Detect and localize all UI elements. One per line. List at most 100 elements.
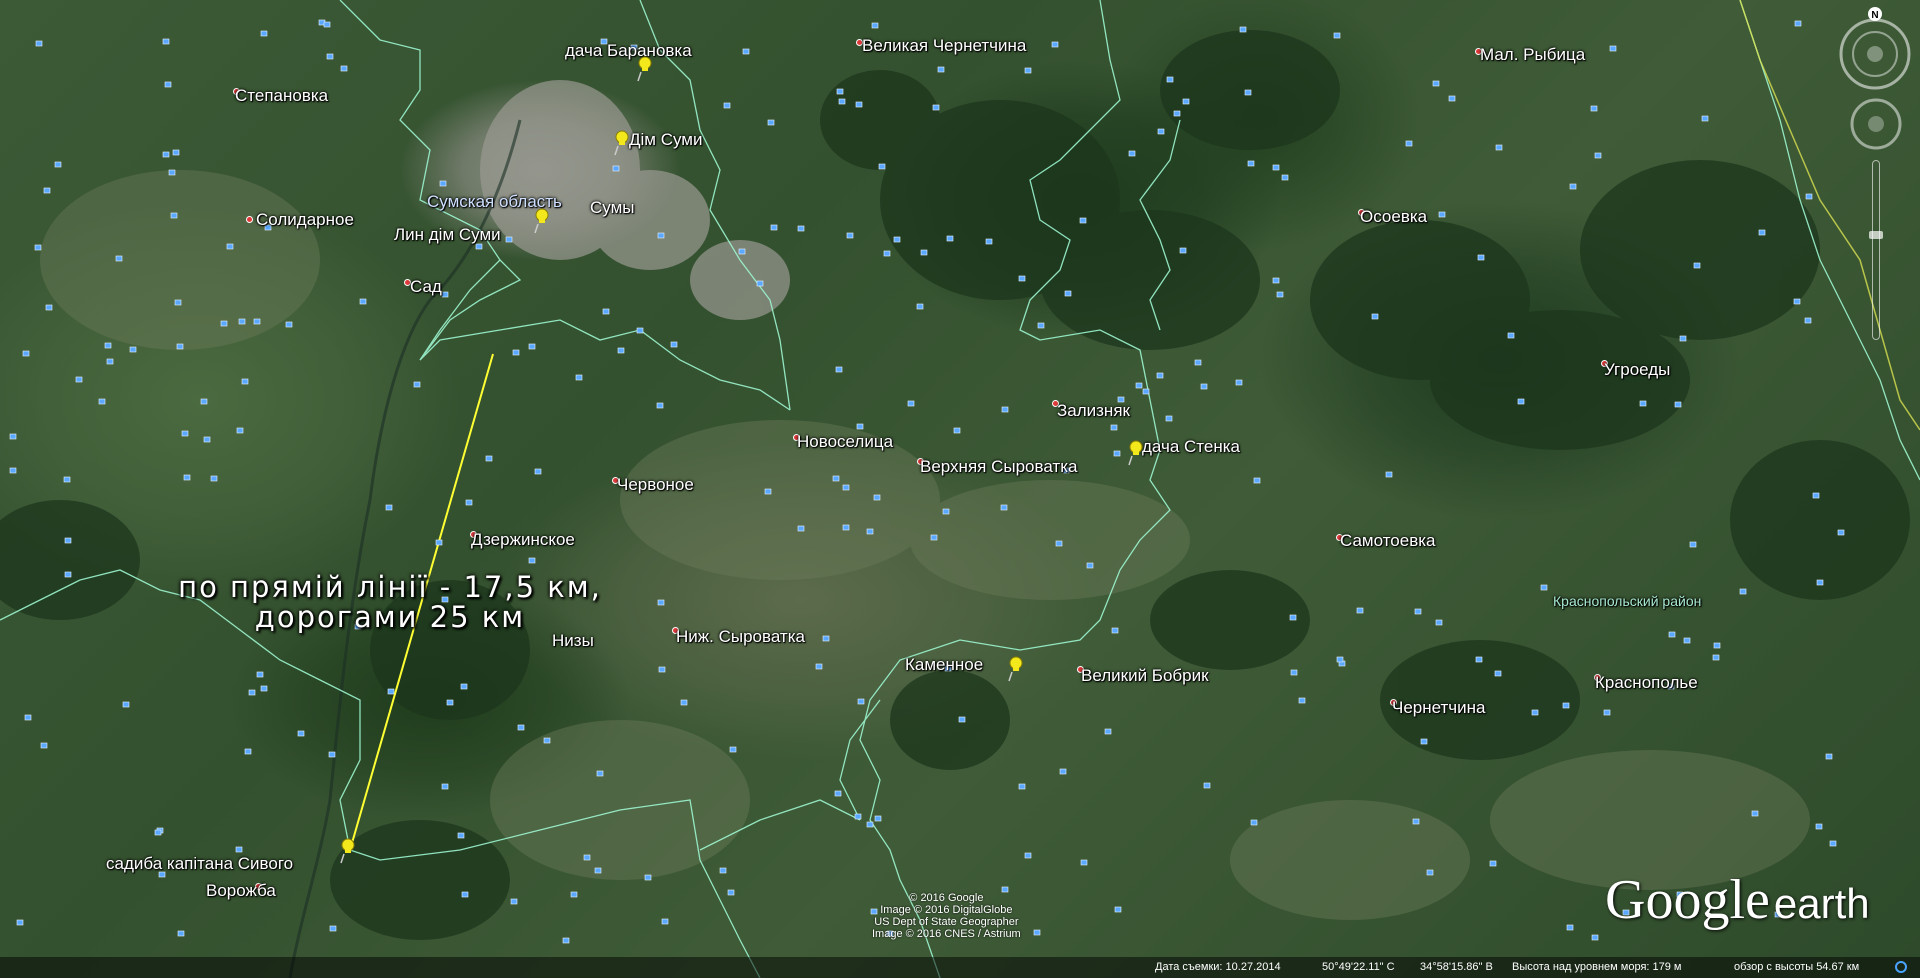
settlement-icon [834, 790, 842, 797]
settlement-icon [1253, 477, 1261, 484]
place-label-krasnopolye[interactable]: Краснополье [1595, 674, 1698, 691]
place-label-velikiy-bobrik[interactable]: Великий Бобрик [1081, 667, 1209, 684]
place-label-solidarnoe[interactable]: Солидарное [256, 211, 354, 228]
settlement-icon [570, 891, 578, 898]
pushpin-icon[interactable] [1127, 440, 1145, 466]
place-label-nizh-syrovatka[interactable]: Ниж. Сыроватка [676, 628, 805, 645]
place-label-zaliznyak[interactable]: Зализняк [1057, 402, 1130, 419]
settlement-icon [1157, 128, 1165, 135]
settlement-icon [181, 430, 189, 437]
place-label-chervonoe[interactable]: Червоное [617, 476, 694, 493]
settlement-icon [1182, 98, 1190, 105]
map-overlay [0, 0, 1920, 978]
settlement-icon [719, 867, 727, 874]
pushpin-icon[interactable] [533, 208, 551, 234]
settlement-icon [435, 539, 443, 546]
place-label-stepanovka[interactable]: Степановка [235, 87, 328, 104]
place-label-novoselitsa[interactable]: Новоселица [797, 433, 893, 450]
settlement-icon [1239, 26, 1247, 33]
settlement-icon [1064, 290, 1072, 297]
place-label-sumy[interactable]: Сумы [590, 199, 635, 216]
place-label-nizy[interactable]: Низы [552, 632, 594, 649]
place-label-velikaya-chernetchina[interactable]: Великая Чернетчина [862, 37, 1026, 54]
settlement-icon [24, 714, 32, 721]
pushpin-icon[interactable] [1007, 656, 1025, 682]
pushpin-icon[interactable] [339, 838, 357, 864]
settlement-icon [1603, 709, 1611, 716]
settlement-icon [617, 347, 625, 354]
settlement-icon [1683, 637, 1691, 644]
settlement-icon [220, 320, 228, 327]
longitude-readout: 34°58'15.86" В [1420, 961, 1493, 973]
settlement-icon [1594, 152, 1602, 159]
settlement-icon [907, 400, 915, 407]
settlement-icon [461, 891, 469, 898]
settlement-icon [1086, 562, 1094, 569]
settlement-icon [1033, 929, 1041, 936]
look-control[interactable] [1848, 96, 1904, 156]
settlement-icon [104, 342, 112, 349]
settlement-icon [1426, 869, 1434, 876]
settlement-icon [1371, 313, 1379, 320]
settlement-icon [1001, 406, 1009, 413]
settlement-icon [770, 224, 778, 231]
settlement-icon [439, 180, 447, 187]
place-label-sad[interactable]: Сад [410, 278, 442, 295]
settlement-icon [1055, 540, 1063, 547]
place-label-chernetchina[interactable]: Чернетчина [1392, 699, 1486, 716]
settlement-icon [329, 925, 337, 932]
settlement-icon [1250, 819, 1258, 826]
settlement-icon [583, 854, 591, 861]
place-label-verkhnyaya-syrovatka[interactable]: Верхняя Сыроватка [920, 458, 1077, 475]
settlement-icon [1051, 41, 1059, 48]
place-label-kamennoe[interactable]: Каменное [905, 656, 983, 673]
settlement-icon [1079, 217, 1087, 224]
settlement-icon [1244, 89, 1252, 96]
settlement-icon [1825, 753, 1833, 760]
place-label-samotoevka[interactable]: Самотоевка [1340, 532, 1436, 549]
satellite-map[interactable]: Степановка Солидарное Сад дача Барановка… [0, 0, 1920, 978]
place-label-vorozhba[interactable]: Ворожба [206, 882, 276, 899]
settlement-icon [1156, 372, 1164, 379]
settlement-icon [1432, 80, 1440, 87]
place-label-sadyba[interactable]: садиба капітана Сивого [106, 855, 293, 872]
place-label-dzerzhinskoe[interactable]: Дзержинское [471, 531, 575, 548]
place-label-mal-rybitsa[interactable]: Мал. Рыбица [1480, 46, 1585, 63]
settlement-icon [1639, 400, 1647, 407]
place-label-ugroedy[interactable]: Угроеды [1604, 361, 1670, 378]
zoom-slider-knob[interactable] [1869, 231, 1883, 239]
settlement-icon [75, 376, 83, 383]
logo-earth-text: earth [1773, 880, 1870, 927]
settlement-icon [64, 537, 72, 544]
settlement-icon [958, 716, 966, 723]
settlement-icon [797, 225, 805, 232]
settlement-icon [164, 81, 172, 88]
zoom-slider[interactable] [1869, 160, 1883, 340]
place-label-dim-sumy[interactable]: Дім Суми [629, 131, 702, 148]
settlement-icon [40, 742, 48, 749]
settlement-icon [115, 255, 123, 262]
settlement-icon [162, 151, 170, 158]
settlement-icon [387, 688, 395, 695]
settlement-icon [1173, 110, 1181, 117]
pushpin-icon[interactable] [613, 130, 631, 156]
settlement-icon [727, 889, 735, 896]
settlement-icon [644, 874, 652, 881]
settlement-icon [1356, 607, 1364, 614]
settlement-icon [866, 821, 874, 828]
pushpin-icon[interactable] [636, 56, 654, 82]
place-label-dacha-stenka[interactable]: дача Стенка [1142, 438, 1240, 455]
compass-control[interactable]: N [1836, 6, 1914, 96]
settlement-icon [43, 187, 51, 194]
place-label-osoevka[interactable]: Осоевка [1360, 208, 1427, 225]
settlement-icon [1590, 105, 1598, 112]
place-label-lin-dim-sumy[interactable]: Лин дім Суми [394, 226, 501, 243]
place-label-dacha-baranovka[interactable]: дача Барановка [565, 42, 692, 59]
settlement-icon [920, 249, 928, 256]
settlement-icon [22, 350, 30, 357]
settlement-icon [1448, 95, 1456, 102]
settlement-icon [1507, 332, 1515, 339]
settlement-icon [1829, 840, 1837, 847]
settlement-icon [562, 937, 570, 944]
settlement-icon [172, 149, 180, 156]
